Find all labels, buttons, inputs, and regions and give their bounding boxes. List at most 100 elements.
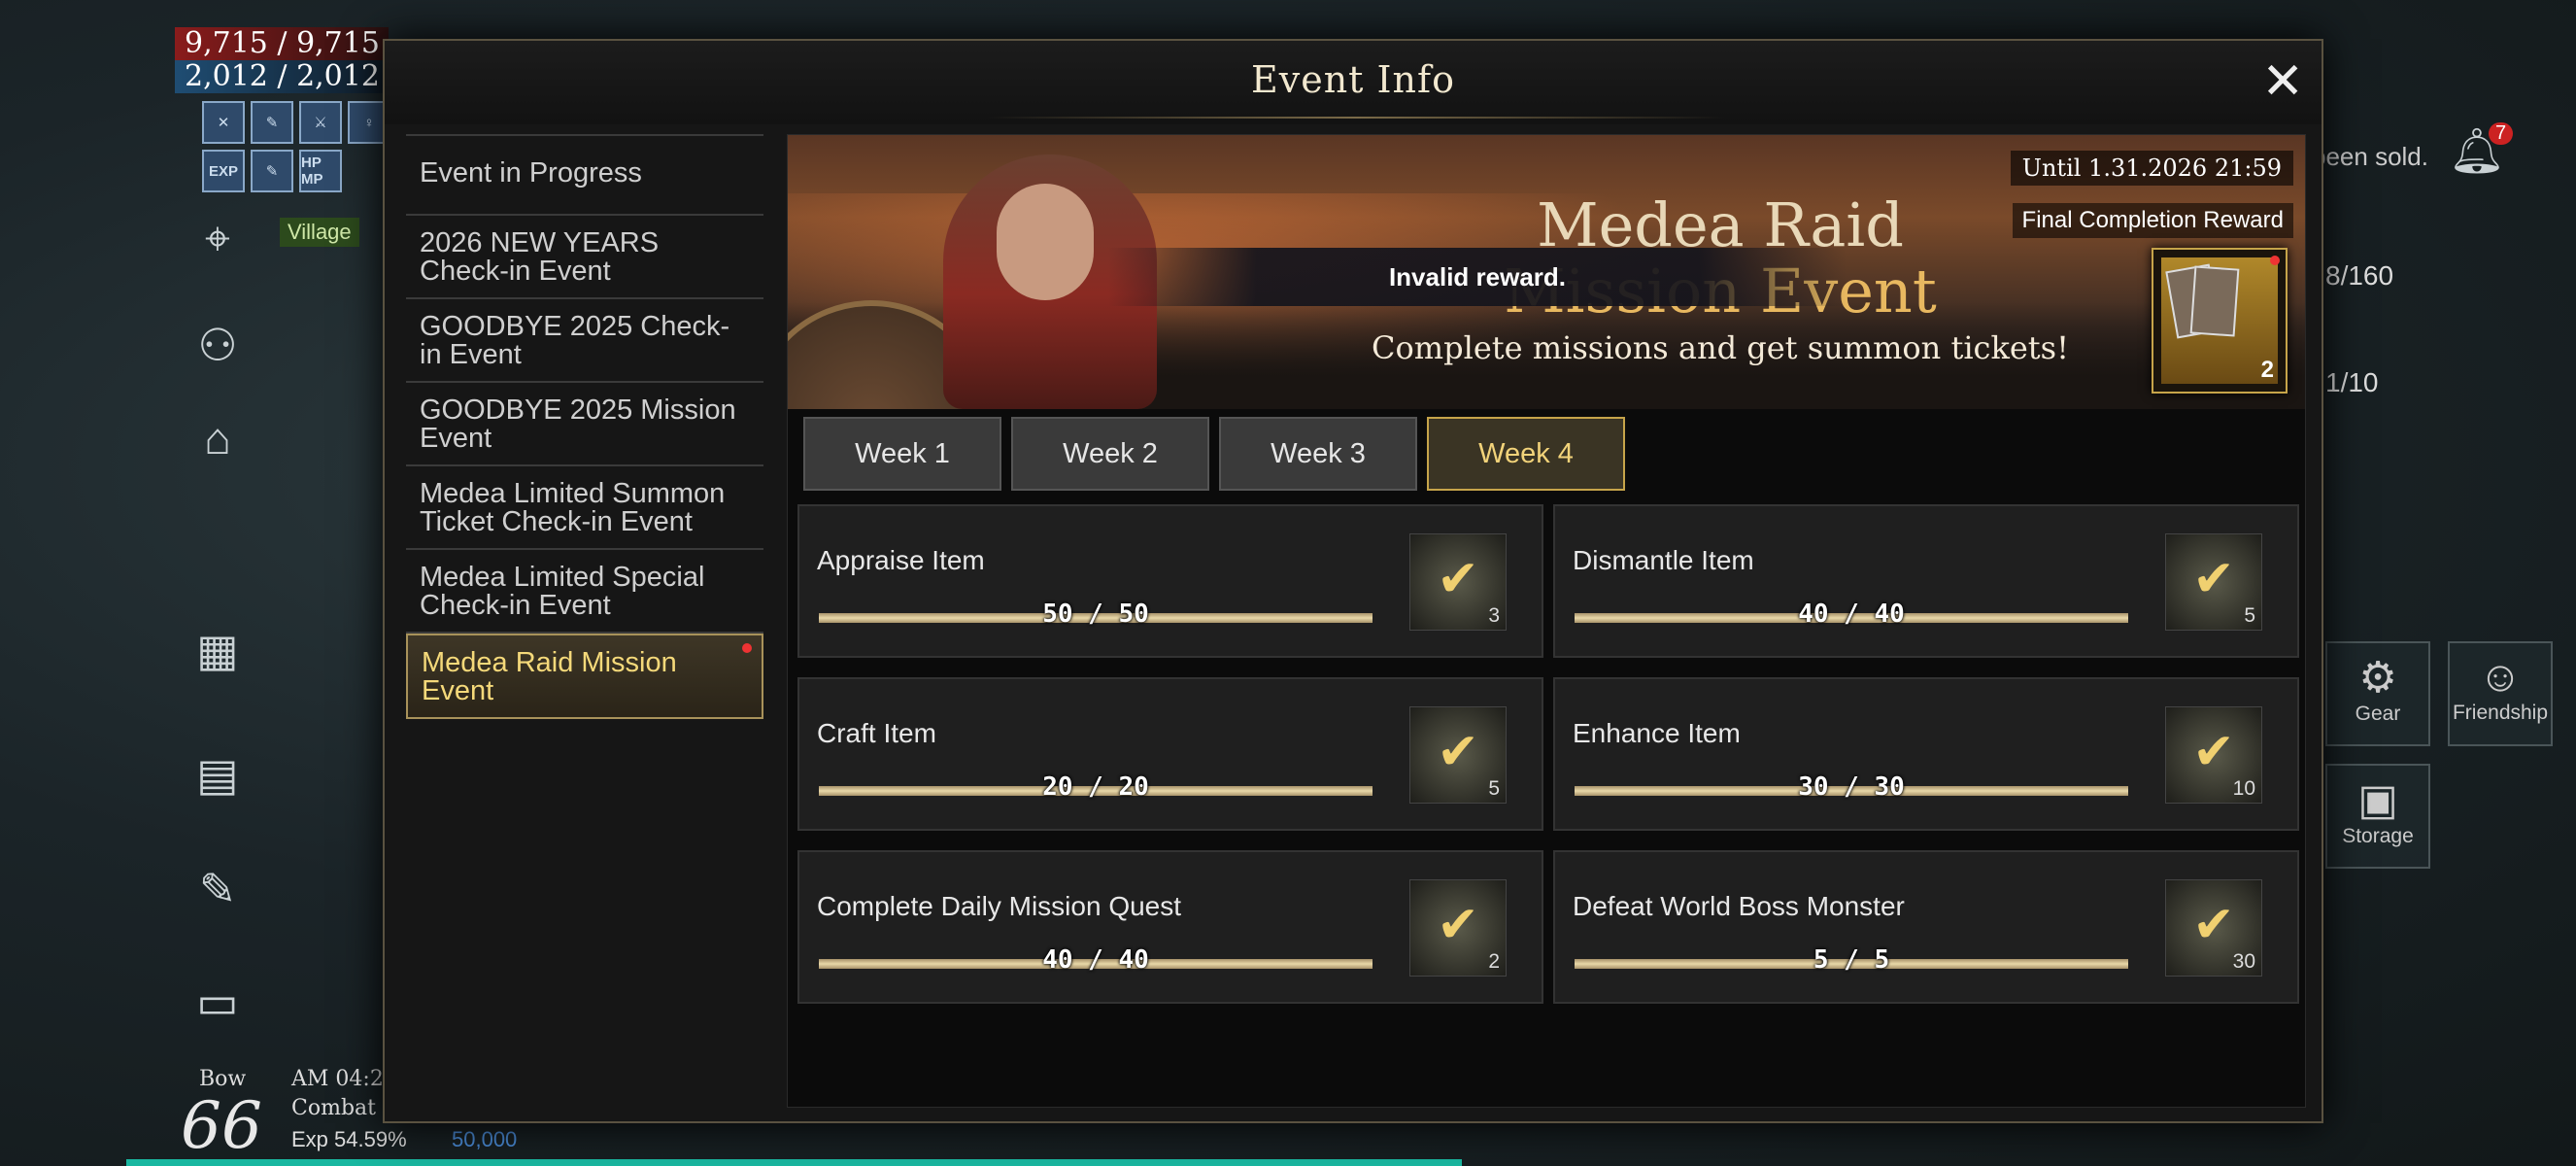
tab-week-1[interactable]: Week 1 [803,417,1001,491]
bell-badge: 7 [2489,122,2514,145]
reward-count: 3 [1488,604,1500,627]
buff-icon[interactable]: ✕ [202,101,245,144]
storage-button[interactable]: ▣ Storage [2325,764,2430,869]
reward-icon[interactable]: ✔ 5 [1409,706,1507,804]
mission-card: Dismantle Item 40 / 40 ✔ 5 [1553,504,2299,658]
event-item-label: Medea Raid Mission Event [422,646,677,706]
reward-count: 10 [2232,777,2255,800]
toast-message: Invalid reward. [1108,248,1847,306]
progress-text: 5 / 5 [1813,945,1890,975]
mission-name: Dismantle Item [1573,545,1754,575]
counter-b: 1/10 [2325,367,2379,397]
calendar-icon[interactable]: ▤ [186,748,249,801]
event-item-goodbye-mission[interactable]: GOODBYE 2025 Mission Event [406,383,763,466]
close-icon[interactable]: ✕ [2261,56,2304,107]
buff-icon[interactable]: ✎ [251,150,293,192]
reward-icon[interactable]: ✔ 5 [2165,533,2262,631]
mission-card: Defeat World Boss Monster 5 / 5 ✔ 30 [1553,850,2299,1004]
event-list: Event in Progress 2026 NEW YEARS Check-i… [406,134,763,719]
notice-text: been sold. [2312,142,2428,171]
buff-icon[interactable]: ⚔ [299,101,342,144]
week-tabs: Week 1 Week 2 Week 3 Week 4 [803,417,1625,491]
map-pin-icon[interactable]: ⌖ [186,212,249,266]
reward-quantity: 2 [2260,357,2274,383]
mission-card: Craft Item 20 / 20 ✔ 5 [797,677,1543,831]
check-icon: ✔ [2192,897,2235,953]
final-reward-label: Final Completion Reward [2012,203,2293,238]
character-face [997,184,1094,300]
mission-name: Enhance Item [1573,718,1741,748]
vitals-panel: 9,715 / 9,715 2,012 / 2,012 [175,27,389,93]
counter-a: 8/160 [2325,260,2394,291]
gold-amount: 50,000 [452,1127,518,1151]
reward-count: 30 [2232,950,2255,973]
mission-name: Complete Daily Mission Quest [817,891,1182,921]
level-number: 66 [181,1088,262,1163]
event-item-new-years-checkin[interactable]: 2026 NEW YEARS Check-in Event [406,216,763,299]
reward-icon[interactable]: ✔ 30 [2165,879,2262,977]
banner-subtitle: Complete missions and get summon tickets… [1372,329,2069,366]
progress-text: 50 / 50 [1042,600,1149,629]
progress-text: 40 / 40 [1798,600,1905,629]
event-content: Medea Raid Mission Event Complete missio… [787,134,2306,1108]
mission-name: Appraise Item [817,545,985,575]
event-item-medea-summon-checkin[interactable]: Medea Limited Summon Ticket Check-in Eve… [406,466,763,550]
village-tag: Village [280,218,359,247]
reward-icon[interactable]: ✔ 2 [1409,879,1507,977]
buff-icon[interactable]: ✎ [251,101,293,144]
progress-text: 30 / 30 [1798,772,1905,802]
friendship-icon: ☺ [2478,653,2523,701]
progress-text: 20 / 20 [1042,772,1149,802]
progress-text: 40 / 40 [1042,945,1149,975]
chat-icon[interactable]: ▭ [186,976,249,1028]
check-icon: ✔ [1437,897,1479,953]
friendship-button[interactable]: ☺ Friendship [2448,641,2553,746]
mission-name: Craft Item [817,718,936,748]
buff-list: ✕ ✎ ⚔ ♀ EXP ✎ HP MP [202,101,396,192]
summon-ticket-icon [2189,265,2240,337]
exp-readout: Exp 54.59% [291,1127,407,1151]
mission-card: Appraise Item 50 / 50 ✔ 3 [797,504,1543,658]
event-info-modal: Event Info ✕ Event in Progress 2026 NEW … [383,39,2323,1123]
home-icon[interactable]: ⌂ [186,412,249,464]
gear-icon: ⚙ [2358,654,2397,702]
reward-icon[interactable]: ✔ 10 [2165,706,2262,804]
add-friend-icon[interactable]: ⚇ [186,319,249,371]
hp-mp-buff-icon[interactable]: HP MP [299,150,342,192]
event-banner: Medea Raid Mission Event Complete missio… [788,135,2305,409]
event-deadline: Until 1.31.2026 21:59 [2010,151,2293,186]
mission-name: Defeat World Boss Monster [1573,891,1905,921]
gear-label: Gear [2355,703,2401,725]
reward-icon[interactable]: ✔ 3 [1409,533,1507,631]
nav-header-event-in-progress: Event in Progress [406,134,763,216]
mp-readout: 2,012 / 2,012 [175,60,389,93]
check-icon: ✔ [1437,724,1479,780]
tab-week-2[interactable]: Week 2 [1011,417,1209,491]
clock-time: AM 04:2 [291,1067,384,1091]
friendship-label: Friendship [2452,702,2549,724]
log-icon[interactable]: ✎ [186,863,249,915]
exp-buff-icon[interactable]: EXP [202,150,245,192]
gear-button[interactable]: ⚙ Gear [2325,641,2430,746]
check-icon: ✔ [2192,551,2235,607]
event-item-medea-special-checkin[interactable]: Medea Limited Special Check-in Event [406,550,763,634]
modal-title: Event Info [1251,58,1455,101]
notification-dot [2270,256,2280,265]
title-divider [987,117,1725,119]
combat-label: Combat [291,1096,376,1120]
reward-count: 2 [1488,950,1500,973]
mission-card: Complete Daily Mission Quest 40 / 40 ✔ 2 [797,850,1543,1004]
tab-week-3[interactable]: Week 3 [1219,417,1417,491]
notification-dot [742,643,752,653]
menu-grid-icon[interactable]: ▦ [186,624,249,676]
event-item-goodbye-checkin[interactable]: GOODBYE 2025 Check-in Event [406,299,763,383]
check-icon: ✔ [1437,551,1479,607]
reward-count: 5 [2244,604,2255,627]
event-item-medea-raid-mission[interactable]: Medea Raid Mission Event [406,634,763,719]
mission-card: Enhance Item 30 / 30 ✔ 10 [1553,677,2299,831]
final-reward-slot[interactable]: 2 [2152,248,2288,394]
tab-week-4[interactable]: Week 4 [1427,417,1625,491]
storage-label: Storage [2342,825,2414,847]
exp-bar [126,1159,1462,1166]
hp-readout: 9,715 / 9,715 [175,27,389,60]
